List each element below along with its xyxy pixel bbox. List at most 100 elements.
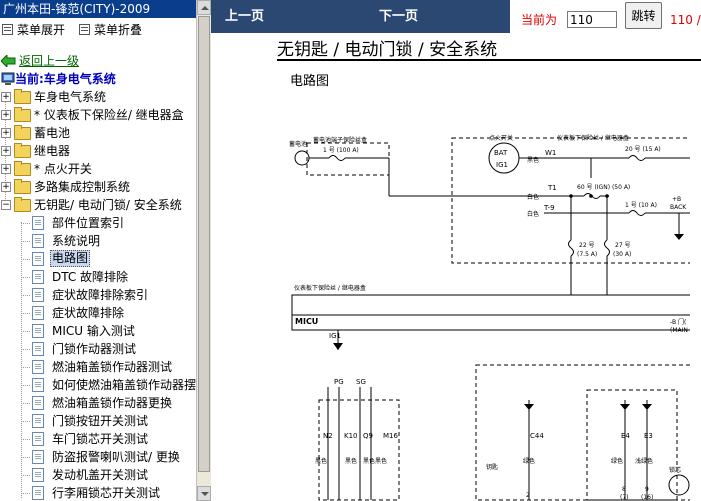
tree-folder[interactable]: + 车身电气系统 (0, 88, 196, 106)
tree-doc[interactable]: 燃油箱盖锁作动器更换 (0, 394, 196, 412)
tree-doc-label[interactable]: 部件位置索引 (52, 214, 124, 232)
computer-icon (1, 72, 15, 85)
wire-color-green: 绿色 (523, 457, 535, 465)
bat-label: BAT (494, 149, 508, 157)
q9-pin-label: Q9 (363, 432, 373, 440)
tree-doc-label[interactable]: 症状故障排除索引 (52, 286, 148, 304)
tree-doc-label[interactable]: 防盗报警喇叭测试/ 更换 (52, 448, 180, 466)
tree-doc[interactable]: 症状故障排除 (0, 304, 196, 322)
underdash-box-label-2: 仪表板下保险丝 / 继电器盒 (294, 284, 366, 292)
k10-pin-label: K10 (344, 432, 358, 440)
document-icon (32, 432, 44, 446)
prev-page-button[interactable]: 上一页 (225, 0, 264, 33)
document-icon (32, 288, 44, 302)
tree-doc-label[interactable]: MICU 输入测试 (52, 322, 135, 340)
micu-box (291, 294, 690, 331)
tree-doc-label[interactable]: 车门锁芯开关测试 (52, 430, 148, 448)
fuse-60-50a-label: 60 号 (IGN) (50 A) (577, 184, 630, 191)
menu-icon (2, 23, 13, 35)
tree-doc[interactable]: 门锁作动器测试 (0, 340, 196, 358)
t9-label: T-9 (543, 204, 555, 212)
folder-icon (14, 161, 31, 176)
content-panel: 上一页 下一页 当前为 跳转 110 / 无钥匙 / 电动门锁 / 安全系统 电… (211, 0, 701, 501)
tree-doc[interactable]: 系统说明 (0, 232, 196, 250)
tree-doc-label[interactable]: 行李厢锁芯开关测试 (52, 484, 160, 501)
expand-icon[interactable]: + (1, 182, 11, 192)
menu-collapse-label: 菜单折叠 (94, 22, 143, 37)
battery-box-label: 蓄电池端子保险丝盒 (313, 136, 367, 144)
tree-doc-label[interactable]: 门锁作动器测试 (52, 340, 136, 358)
pin-2-label: 2 (526, 492, 530, 499)
tree-doc[interactable]: 如何使燃油箱盖锁作动器摆 (0, 376, 196, 394)
current-page-label: 当前为 (521, 13, 558, 27)
wire-color-white: 白色 (527, 193, 539, 201)
page-nav-bar: 上一页 下一页 当前为 跳转 110 / (211, 0, 701, 33)
tree-folder[interactable]: + 继电器 (0, 142, 196, 160)
tree-doc[interactable]: MICU 输入测试 (0, 322, 196, 340)
document-icon (32, 360, 44, 374)
expand-icon[interactable]: + (1, 92, 11, 102)
folder-icon (14, 179, 31, 194)
minus-b-label: -B 门( (670, 318, 686, 326)
menu-expand-button[interactable]: 菜单展开 (2, 20, 65, 38)
document-subtitle: 电路图 (290, 74, 330, 89)
jump-button[interactable]: 跳转 (625, 2, 662, 29)
back-link-row[interactable]: 返回上一级 (0, 52, 196, 70)
tree-doc-label[interactable]: 燃油箱盖锁作动器测试 (52, 358, 172, 376)
wire-color-black: 黑色 (527, 156, 539, 164)
expand-icon[interactable]: + (1, 164, 11, 174)
expand-icon[interactable]: + (1, 146, 11, 156)
document-icon (32, 396, 44, 410)
tree-scrollbar[interactable] (196, 0, 211, 501)
tree-doc[interactable]: 行李厢锁芯开关测试 (0, 484, 196, 501)
tree-doc-label[interactable]: 系统说明 (52, 232, 100, 250)
tree-doc[interactable]: 症状故障排除索引 (0, 286, 196, 304)
wire-color-light-blue: 浅绿色 (635, 457, 653, 465)
back-link[interactable]: 返回上一级 (19, 52, 79, 70)
document-icon (32, 234, 44, 248)
tree-doc[interactable]: 门锁按钮开关测试 (0, 412, 196, 430)
sg-label: SG (356, 378, 366, 386)
wire-color-black-m16: 黑色 (375, 457, 387, 465)
tree-doc-label[interactable]: 门锁按钮开关测试 (52, 412, 148, 430)
scroll-up-arrow-icon[interactable] (197, 0, 211, 15)
tree-doc[interactable]: 车门锁芯开关测试 (0, 430, 196, 448)
tree-doc-label[interactable]: 电路图 (50, 250, 91, 267)
tree-folder[interactable]: + * 点火开关 (0, 160, 196, 178)
menu-collapse-button[interactable]: 菜单折叠 (79, 20, 142, 38)
pin-9-label: 9 (645, 486, 649, 493)
tree-doc-label[interactable]: 燃油箱盖锁作动器更换 (52, 394, 172, 412)
document-icon (32, 252, 44, 266)
fuse-27-label: 27 号 (615, 242, 631, 249)
tree-folder-label: 无钥匙/ 电动门锁/ 安全系统 (34, 198, 182, 212)
tree-folder-label: 多路集成控制系统 (34, 180, 131, 194)
wire-color-black-k10: 黑色 (345, 457, 357, 465)
page-number-input[interactable] (567, 11, 617, 28)
collapse-icon[interactable]: − (1, 200, 11, 210)
wire-color-black-q9: 黑色 (363, 457, 375, 465)
tree-doc[interactable]: DTC 故障排除 (0, 268, 196, 286)
tree-doc-label[interactable]: 发动机盖开关测试 (52, 466, 148, 484)
fuse-22-amps: (7.5 A) (577, 251, 597, 258)
tree-folder[interactable]: + 多路集成控制系统 (0, 178, 196, 196)
document-icon (32, 342, 44, 356)
menu-bar: 菜单展开 菜单折叠 (0, 20, 198, 38)
tree-doc-label[interactable]: DTC 故障排除 (52, 268, 128, 286)
next-page-button[interactable]: 下一页 (379, 0, 418, 33)
expand-icon[interactable]: + (1, 110, 11, 120)
tree-folder-open[interactable]: − 无钥匙/ 电动门锁/ 安全系统 (0, 196, 196, 214)
scroll-thumb[interactable] (198, 16, 210, 472)
expand-icon[interactable]: + (1, 128, 11, 138)
tree-doc-label[interactable]: 如何使燃油箱盖锁作动器摆 (52, 376, 196, 394)
tree-folder[interactable]: + 蓄电池 (0, 124, 196, 142)
tree-folder-label: 车身电气系统 (34, 90, 107, 104)
tree-doc-label[interactable]: 症状故障排除 (52, 304, 124, 322)
tree-doc[interactable]: 部件位置索引 (0, 214, 196, 232)
tree-doc[interactable]: 燃油箱盖锁作动器测试 (0, 358, 196, 376)
tree-doc[interactable]: 发动机盖开关测试 (0, 466, 196, 484)
tree-doc-selected[interactable]: 电路图 (0, 250, 196, 268)
scroll-down-arrow-icon[interactable] (197, 486, 211, 501)
m16-pin-label: M16 (383, 432, 398, 440)
tree-folder[interactable]: + * 仪表板下保险丝/ 继电器盒 (0, 106, 196, 124)
tree-doc[interactable]: 防盗报警喇叭测试/ 更换 (0, 448, 196, 466)
